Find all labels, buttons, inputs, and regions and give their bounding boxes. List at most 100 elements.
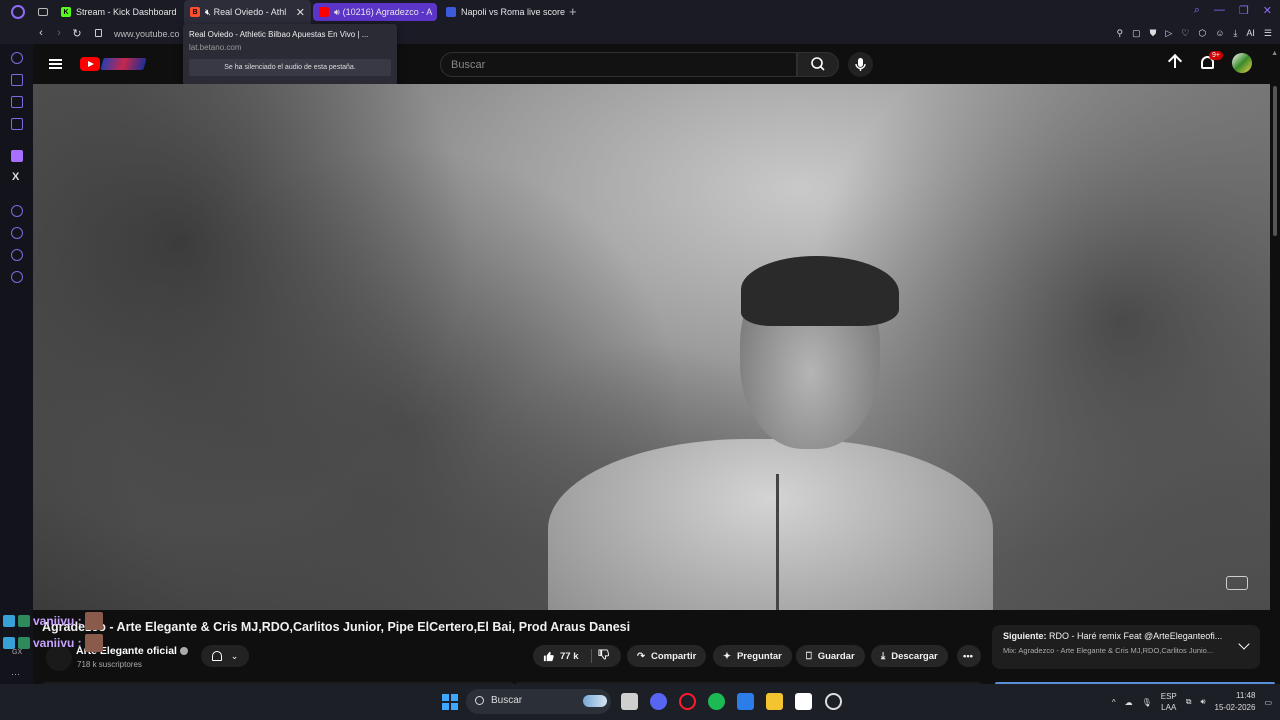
youtube-doodle-logo[interactable] xyxy=(100,58,147,70)
subscriber-badge-icon xyxy=(18,637,30,649)
download-icon[interactable]: ⤓ xyxy=(1233,28,1237,39)
up-next-label: Siguiente: xyxy=(1003,631,1047,641)
onedrive-icon[interactable]: ☁ xyxy=(1125,698,1133,707)
tab-youtube-agradezco[interactable]: 🔊︎ (10216) Agradezco - A xyxy=(313,3,437,21)
ai-button[interactable]: AI xyxy=(1246,28,1255,39)
search-button[interactable] xyxy=(797,52,839,77)
verified-icon xyxy=(179,647,188,656)
chevron-up-icon[interactable]: ^ xyxy=(1112,698,1116,707)
extensions-icon[interactable]: ⬡ xyxy=(1198,28,1206,39)
clock-time: 11:48 xyxy=(1236,691,1256,700)
search-tabs-icon[interactable]: ⌕ xyxy=(1194,4,1200,17)
voice-search-button[interactable] xyxy=(848,52,873,77)
chrome-icon[interactable] xyxy=(825,693,842,710)
volume-icon[interactable]: 🔊︎ xyxy=(1200,697,1205,707)
back-icon[interactable]: ‹ xyxy=(32,27,50,39)
opera-logo-icon[interactable] xyxy=(11,5,25,19)
sidebar-extensions-icon[interactable] xyxy=(11,249,23,261)
spotify-icon[interactable] xyxy=(708,693,725,710)
play-icon[interactable]: ▷ xyxy=(1165,28,1172,39)
microphone-icon xyxy=(855,58,866,71)
notification-center-icon[interactable]: ▭ xyxy=(1264,698,1272,707)
task-view-icon[interactable] xyxy=(621,693,638,710)
sidebar-aria-icon[interactable] xyxy=(11,52,23,64)
more-icon: ••• xyxy=(963,650,973,662)
close-tab-icon[interactable]: ✕ xyxy=(296,6,305,19)
sidebar-player-icon[interactable] xyxy=(11,205,23,217)
subscription-bell-button[interactable]: ⌄ xyxy=(201,645,249,667)
shield-icon[interactable]: ⛊ xyxy=(1150,28,1157,39)
microsoft-store-icon[interactable] xyxy=(795,693,812,710)
profile-icon[interactable]: ☺ xyxy=(1215,28,1224,39)
like-button[interactable]: 77 k xyxy=(543,651,579,662)
reload-icon[interactable]: ↻ xyxy=(68,27,86,40)
sidebar-messenger-icon[interactable] xyxy=(11,96,23,108)
kick-icon: K xyxy=(61,7,71,17)
pin-icon[interactable]: ⚲ xyxy=(1116,28,1123,39)
lock-icon[interactable] xyxy=(95,29,102,37)
language-indicator[interactable]: ESP LAA xyxy=(1161,691,1177,713)
menu-hamburger-icon[interactable] xyxy=(49,59,62,69)
video-player[interactable] xyxy=(33,84,1270,610)
account-avatar[interactable] xyxy=(1232,53,1252,73)
speaker-icon[interactable]: 🔊︎ xyxy=(334,7,340,18)
stream-chat-overlay: vaniivu : vaniivu : GX ··· xyxy=(0,612,140,679)
search-icon xyxy=(811,57,825,71)
moderator-badge-icon xyxy=(3,615,15,627)
discord-icon[interactable] xyxy=(650,693,667,710)
network-icon[interactable]: ⧉ xyxy=(1186,697,1192,707)
sidebar-x-icon[interactable]: X xyxy=(12,171,19,183)
save-button[interactable]: ⎕ Guardar xyxy=(796,645,865,667)
minimize-icon[interactable]: — xyxy=(1214,4,1225,17)
search-icon xyxy=(475,696,484,705)
opera-gx-icon[interactable] xyxy=(679,693,696,710)
tab-napoli-roma[interactable]: Napoli vs Roma live score xyxy=(440,0,566,24)
notifications-button[interactable]: 9+ xyxy=(1198,51,1223,73)
file-explorer-icon[interactable] xyxy=(766,693,783,710)
betano-icon: B xyxy=(190,7,200,17)
tab-kick-dashboard[interactable]: K Stream - Kick Dashboard xyxy=(55,0,183,24)
app-icon[interactable] xyxy=(737,693,754,710)
sidebar-bag-icon[interactable] xyxy=(11,74,23,86)
heart-icon[interactable]: ♡ xyxy=(1181,28,1189,39)
download-button[interactable]: ⤓ Descargar xyxy=(871,645,948,667)
tooltip-domain: lat.betano.com xyxy=(189,43,242,52)
sidebar-more-icon[interactable]: ··· xyxy=(11,669,20,679)
thumbs-down-icon xyxy=(597,649,609,660)
search-input[interactable]: Buscar xyxy=(440,52,797,77)
new-tab-button[interactable]: + xyxy=(569,4,577,19)
like-count: 77 k xyxy=(560,650,579,662)
chevron-down-icon: ⌄ xyxy=(230,650,239,661)
ask-button[interactable]: ✦ Preguntar xyxy=(713,645,792,667)
dislike-button[interactable] xyxy=(597,649,609,663)
menu-icon[interactable]: ☰ xyxy=(1264,28,1272,39)
video-info: Agradezco - Arte Elegante & Cris MJ,RDO,… xyxy=(33,610,1280,686)
sidebar-history-icon[interactable] xyxy=(11,227,23,239)
scroll-up-arrow-icon[interactable]: ▲ xyxy=(1271,50,1278,57)
share-button[interactable]: ↷ Compartir xyxy=(627,645,707,667)
url-field[interactable]: www.youtube.co xyxy=(114,29,180,39)
maximize-icon[interactable]: ❐ xyxy=(1239,4,1249,17)
download-label: Descargar xyxy=(891,650,938,662)
sidebar-settings-icon[interactable] xyxy=(11,271,23,283)
windows-start-icon[interactable] xyxy=(442,694,458,710)
sidebar-m-icon[interactable] xyxy=(11,118,23,130)
sidebar-twitch-icon[interactable] xyxy=(11,150,23,162)
close-icon[interactable]: ✕ xyxy=(1263,4,1272,17)
thumbs-up-icon xyxy=(543,651,554,661)
page-scrollbar[interactable] xyxy=(1273,86,1277,236)
muted-speaker-icon[interactable]: 🔇︎ xyxy=(205,7,211,18)
forward-icon[interactable]: › xyxy=(50,27,68,39)
video-watermark-logo xyxy=(1226,576,1248,590)
microphone-icon[interactable]: 🎙︎ xyxy=(1142,698,1152,707)
youtube-logo-icon[interactable] xyxy=(80,57,100,71)
upload-icon[interactable] xyxy=(1166,53,1184,73)
tab-switcher-icon[interactable] xyxy=(38,8,48,16)
share-label: Compartir xyxy=(650,650,697,662)
up-next-card[interactable]: Siguiente: RDO - Haré remix Feat @ArteEl… xyxy=(992,625,1260,669)
chat-username: vaniivu : xyxy=(33,614,82,628)
tab-real-oviedo[interactable]: B 🔇︎ Real Oviedo - Athl ✕ xyxy=(184,0,311,24)
clock[interactable]: 11:48 15-02-2026 xyxy=(1215,690,1256,714)
snapshot-icon[interactable]: ▢ xyxy=(1132,28,1141,39)
more-actions-button[interactable]: ••• xyxy=(957,645,981,667)
